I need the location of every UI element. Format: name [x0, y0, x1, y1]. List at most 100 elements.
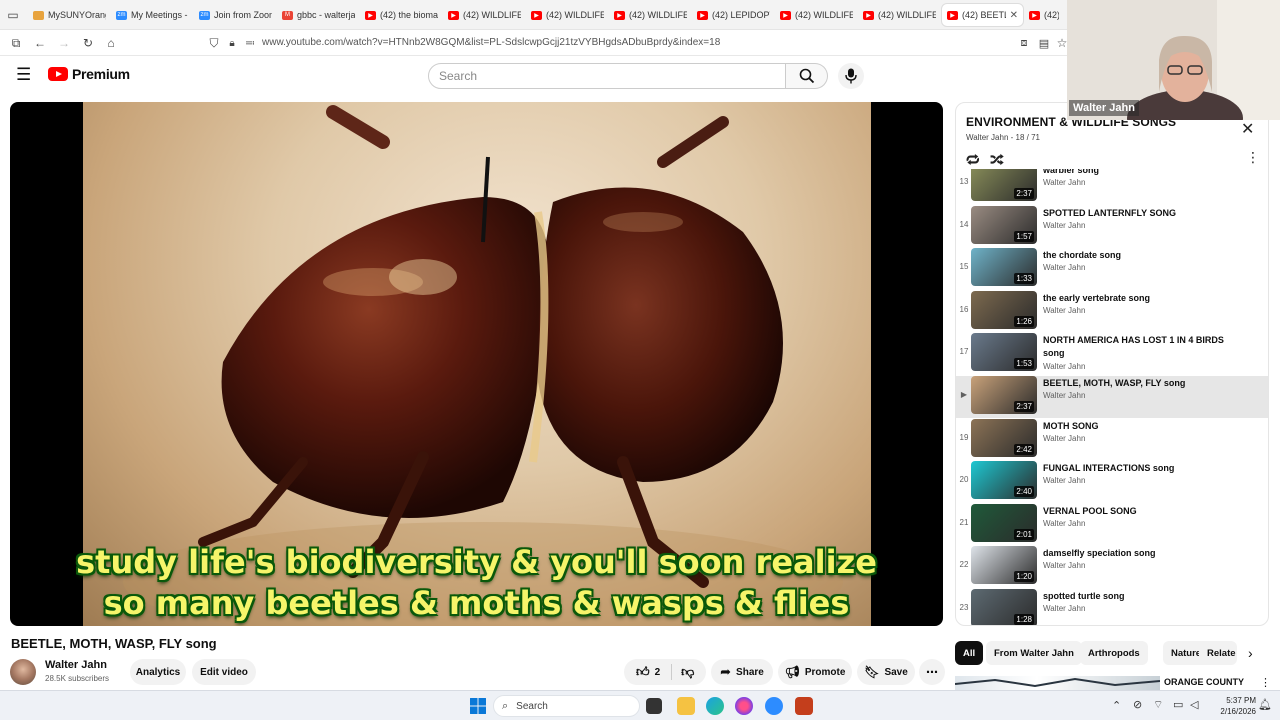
playlist-item-title[interactable]: warbler song: [1043, 169, 1243, 177]
voice-search-button[interactable]: [838, 63, 864, 89]
playlist-item-title[interactable]: FUNGAL INTERACTIONS song: [1043, 462, 1243, 475]
playlist-more-icon[interactable]: ⋮: [1246, 149, 1260, 166]
firefox-icon[interactable]: [735, 697, 753, 715]
edit-video-button[interactable]: Edit video: [192, 659, 256, 685]
tab-actions-icon[interactable]: ▭: [5, 7, 21, 23]
thumbs-down-icon[interactable]: 👎︎: [681, 664, 694, 680]
playlist-item[interactable]: 19 2:42 MOTH SONG Walter Jahn: [956, 418, 1268, 461]
filter-chip[interactable]: Relate: [1199, 641, 1237, 665]
shield-icon[interactable]: ⛉: [206, 35, 222, 51]
playlist-thumbnail[interactable]: 1:57: [971, 205, 1037, 244]
notifications-icon[interactable]: 🔔︎: [1258, 698, 1272, 711]
browser-tab[interactable]: Mgbbc - walterja: [277, 3, 360, 27]
playlist-thumbnail[interactable]: 1:20: [971, 546, 1037, 585]
next-more-icon[interactable]: ⋮: [1260, 676, 1267, 689]
close-tab-icon[interactable]: ✕: [1010, 10, 1018, 21]
menu-icon[interactable]: ☰: [16, 66, 31, 83]
taskbar-search[interactable]: ⌕ Search: [493, 695, 640, 717]
youtube-logo[interactable]: Premium: [48, 66, 130, 82]
playlist-item[interactable]: 13 2:37 warbler song Walter Jahn: [956, 169, 1268, 205]
playlist-item[interactable]: 21 2:01 VERNAL POOL SONG Walter Jahn: [956, 503, 1268, 546]
filter-chip[interactable]: Arthropods: [1080, 641, 1148, 665]
tray-network-icon[interactable]: ⊘: [1133, 698, 1142, 711]
lock-icon[interactable]: 🔒︎: [224, 35, 240, 51]
channel-avatar[interactable]: [10, 659, 36, 685]
chips-next-icon[interactable]: ›: [1248, 645, 1253, 661]
close-playlist-icon[interactable]: ✕: [1241, 119, 1254, 139]
playlist-thumbnail[interactable]: 2:37: [971, 169, 1037, 201]
channel-name[interactable]: Walter Jahn: [45, 659, 107, 671]
browser-tab[interactable]: ▶ (42) WILDLIFE_: [775, 3, 858, 27]
loop-icon[interactable]: 🔁︎: [966, 149, 980, 170]
taskbar-clock[interactable]: 5:37 PM 2/16/2026: [1210, 695, 1256, 717]
tray-monitor-icon[interactable]: ▭: [1173, 698, 1183, 711]
reload-icon[interactable]: ↻: [80, 35, 96, 51]
home-icon[interactable]: ⌂: [103, 35, 119, 51]
picture-in-picture-icon[interactable]: ⧈: [1016, 35, 1032, 51]
playlist-item[interactable]: 16 1:26 the early vertebrate song Walter Ja…: [956, 290, 1268, 333]
playlist-thumbnail[interactable]: 1:53: [971, 333, 1037, 372]
forward-icon[interactable]: →: [56, 35, 72, 51]
playlist-item[interactable]: 23 1:28 spotted turtle song Walter Jahn: [956, 589, 1268, 625]
search-input[interactable]: Search: [428, 63, 786, 89]
edge-browser-icon[interactable]: [706, 697, 724, 715]
analytics-button[interactable]: Analytics: [130, 659, 186, 685]
channel-info[interactable]: Walter Jahn 28.5K subscribers: [10, 658, 109, 686]
next-recommendation-peek[interactable]: ORANGE COUNTY ⋮: [955, 676, 1267, 690]
playlist-thumbnail[interactable]: 1:33: [971, 248, 1037, 287]
tray-overflow-icon[interactable]: ⌃: [1112, 699, 1121, 712]
browser-tab[interactable]: zm My Meetings -: [111, 3, 194, 27]
promote-button[interactable]: 📢︎ Promote: [778, 659, 852, 685]
playlist-item-title[interactable]: damselfly speciation song: [1043, 547, 1243, 560]
playlist-item[interactable]: 17 1:53 NORTH AMERICA HAS LOST 1 IN 4 BIRD…: [956, 333, 1268, 375]
sidebar-toggle-icon[interactable]: ⧉: [8, 35, 24, 51]
playlist-thumbnail[interactable]: 2:37: [971, 376, 1037, 414]
browser-tab[interactable]: ▶ (42) BEETLE, ✕: [941, 3, 1024, 27]
filter-chip[interactable]: All: [955, 641, 984, 665]
playlist-thumbnail[interactable]: 2:42: [971, 418, 1037, 457]
task-view-icon[interactable]: [646, 698, 662, 714]
browser-tab[interactable]: ▶ (42) e: [1024, 3, 1064, 27]
playlist-thumbnail[interactable]: 2:40: [971, 461, 1037, 500]
playlist-item-title[interactable]: NORTH AMERICA HAS LOST 1 IN 4 BIRDS song: [1043, 334, 1243, 360]
tray-wifi-icon[interactable]: ⌔: [1153, 698, 1163, 712]
windows-start-icon[interactable]: [469, 697, 487, 715]
browser-tab[interactable]: zm Join from Zoom: [194, 3, 277, 27]
playlist-item-title[interactable]: spotted turtle song: [1043, 590, 1243, 603]
playlist-item-title[interactable]: BEETLE, MOTH, WASP, FLY song: [1043, 377, 1243, 390]
tray-volume-icon[interactable]: ◁: [1190, 698, 1198, 711]
playlist-thumbnail[interactable]: 1:26: [971, 290, 1037, 329]
shuffle-icon[interactable]: 🔀︎: [990, 149, 1004, 170]
playlist-item-title[interactable]: SPOTTED LANTERNFLY SONG: [1043, 207, 1243, 220]
playlist-item[interactable]: 15 1:33 the chordate song Walter Jahn: [956, 248, 1268, 290]
save-button[interactable]: 🔖︎ Save: [857, 659, 915, 685]
browser-tab[interactable]: ▶ (42) WILDLIFE_: [858, 3, 941, 27]
playlist-thumbnail[interactable]: 2:01: [971, 503, 1037, 542]
playlist-item-title[interactable]: MOTH SONG: [1043, 420, 1243, 433]
browser-tab[interactable]: ▶ (42) the biomass: [360, 3, 443, 27]
browser-tab[interactable]: ▶ (42) WILDLIFE_: [526, 3, 609, 27]
playlist-item-title[interactable]: VERNAL POOL SONG: [1043, 505, 1243, 518]
video-player[interactable]: study life's biodiversity & you'll soon …: [10, 102, 943, 626]
thumbs-up-icon[interactable]: 👍︎: [636, 664, 650, 680]
filter-chip[interactable]: From Walter Jahn: [986, 641, 1082, 665]
powerpoint-icon[interactable]: [795, 697, 813, 715]
share-button[interactable]: ➦ Share: [711, 659, 773, 685]
playlist-item-title[interactable]: the early vertebrate song: [1043, 292, 1243, 305]
zoom-app-icon[interactable]: [765, 697, 783, 715]
search-button[interactable]: [786, 63, 828, 89]
file-explorer-icon[interactable]: [677, 697, 695, 715]
playlist-thumbnail[interactable]: 1:28: [971, 589, 1037, 625]
playlist-item[interactable]: 22 1:20 damselfly speciation song Walter Ja…: [956, 546, 1268, 588]
site-info-icon[interactable]: ≕: [242, 35, 258, 51]
playlist-item-current[interactable]: ▶ 2:37 BEETLE, MOTH, WASP, FLY song Walter …: [956, 376, 1268, 418]
browser-tab[interactable]: ▶ (42) WILDLIFE_: [443, 3, 526, 27]
playlist-item-title[interactable]: the chordate song: [1043, 249, 1243, 262]
browser-tab[interactable]: ▶ (42) LEPIDOPTE: [692, 3, 775, 27]
reader-view-icon[interactable]: ▤: [1036, 35, 1052, 51]
browser-tab[interactable]: MySUNYOrang: [28, 3, 111, 27]
browser-tab[interactable]: ▶ (42) WILDLIFE_: [609, 3, 692, 27]
playlist-item[interactable]: 14 1:57 SPOTTED LANTERNFLY SONG Walter Jahn: [956, 205, 1268, 248]
more-actions-button[interactable]: ⋯: [919, 659, 945, 685]
url-field[interactable]: www.youtube.com/watch?v=HTNnb2W8GQM&list…: [262, 37, 720, 48]
